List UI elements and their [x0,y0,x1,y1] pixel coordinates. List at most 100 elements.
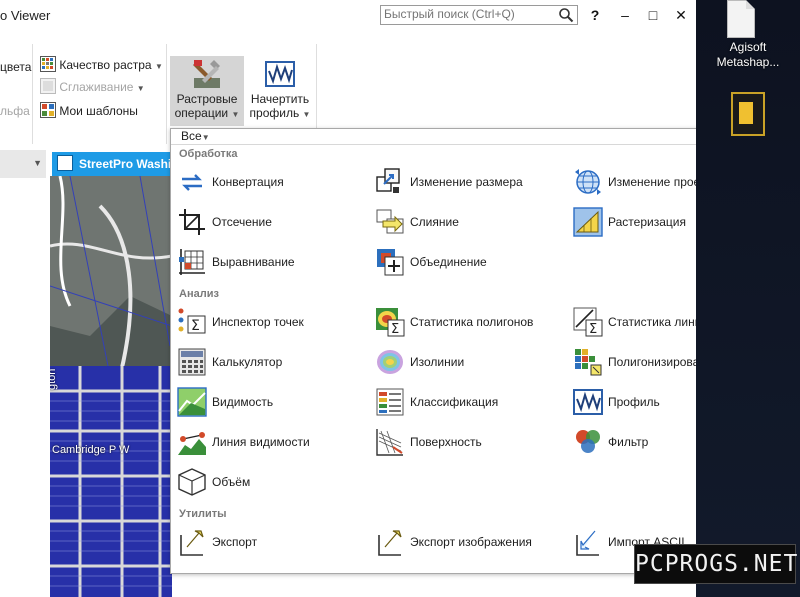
profile-chart-icon [265,61,295,87]
menu-item-classify[interactable]: Классификация [375,387,565,419]
calculator-icon [178,348,206,376]
menu-item-viewshed[interactable]: Видимость [177,387,367,419]
menu-item-align[interactable]: Выравнивание [177,247,367,279]
raster-quality-icon [40,56,56,72]
menu-item-merge[interactable]: Слияние [375,207,565,239]
chevron-down-icon: ▼ [136,84,145,93]
menu-item-label: Изменение проекции [608,175,696,189]
app-shortcut-icon[interactable] [731,92,765,136]
minimize-button[interactable]: – [616,6,634,24]
contours-icon [377,350,403,374]
chevron-down-icon: ▼ [302,110,311,119]
resize-icon [376,168,400,193]
menu-item-rasterize[interactable]: Растеризация [573,207,696,239]
draw-profile-label-1: Начертить [250,92,310,106]
smoothing-label: Сглаживание [59,80,134,94]
map-tab[interactable]: StreetPro Washi [52,152,170,176]
menu-item-reproject[interactable]: Изменение проекции [573,167,696,199]
combine-icon [377,249,404,276]
tools-icon [193,60,220,88]
category-filter-dropdown[interactable]: Все▼ [181,129,210,144]
classify-icon [376,388,404,416]
menu-item-combine[interactable]: Объединение [375,247,565,279]
menu-item-filter[interactable]: Фильтр [573,427,696,459]
align-icon [179,249,205,275]
menu-item-profile[interactable]: Профиль [573,387,696,419]
menu-item-label: Статистика полигонов [410,315,534,329]
templates-icon [40,102,56,118]
my-templates-label: Мои шаблоны [59,104,138,118]
menu-item-calculator[interactable]: Калькулятор [177,347,367,379]
surface-icon [376,429,403,456]
menu-item-label: Инспектор точек [212,315,304,329]
raster-quality-dropdown[interactable]: Качество растра ▼ [40,56,163,74]
convert-icon [182,174,202,191]
raster-operations-label-1: Растровые [176,92,238,106]
colors-item[interactable]: цвета [0,58,31,76]
file-icon[interactable] [727,0,755,38]
menu-item-volume[interactable]: Объём [177,467,367,499]
close-button[interactable]: ✕ [672,6,690,24]
menu-item-label: Фильтр [608,435,649,449]
maximize-button[interactable]: □ [644,6,662,24]
menu-item-label: Изолинии [410,355,465,369]
search-icon[interactable] [558,7,574,23]
menu-item-polygon-stats[interactable]: Σ Статистика полигонов [375,307,565,339]
menu-item-surface[interactable]: Поверхность [375,427,565,459]
menu-item-label: Слияние [410,215,459,229]
section-title-analysis: Анализ [179,288,219,300]
map-view[interactable]: Cambridge P W gton [50,176,172,597]
ribbon-separator [166,44,167,144]
menu-item-label: Объём [212,475,251,489]
help-button[interactable]: ? [586,6,604,24]
menu-item-label: Экспорт изображения [410,535,532,549]
raster-operations-menu: Все▼ ▲ Обработка Конвертация Изменение р… [170,128,696,574]
menu-item-point-inspector[interactable]: Σ Инспектор точек [177,307,367,339]
chevron-down-icon[interactable]: ▼ [33,158,42,168]
quick-search-box[interactable] [380,5,578,25]
export-image-icon [378,530,402,556]
menu-item-resize[interactable]: Изменение размера [375,167,565,199]
draw-profile-label-2: профиль [249,106,300,120]
svg-text:Σ: Σ [589,322,597,337]
menu-item-line-of-sight[interactable]: Линия видимости [177,427,367,459]
quick-search-input[interactable] [381,6,554,22]
panel-header: ▼ [0,150,46,179]
viewshed-icon [177,387,207,417]
desktop-icon-label[interactable]: Agisoft Metashap... [700,40,796,70]
menu-item-contours[interactable]: Изолинии [375,347,565,379]
menu-item-label: Конвертация [212,175,284,189]
draw-profile-button[interactable]: Начертить профиль ▼ [248,56,312,126]
my-templates-button[interactable]: Мои шаблоны [40,102,138,120]
menu-item-label: Объединение [410,255,487,269]
menu-item-polygonize[interactable]: Полигонизировать [573,347,696,379]
divider [171,144,696,145]
menu-item-export[interactable]: Экспорт [177,527,367,559]
menu-item-convert[interactable]: Конвертация [177,167,367,199]
map-window-icon [57,155,73,171]
menu-item-label: Растеризация [608,215,686,229]
svg-text:Σ: Σ [391,322,399,337]
menu-item-label: Изменение размера [410,175,523,189]
category-filter-label: Все [181,129,202,143]
desktop-background [696,0,800,597]
menu-item-label: Полигонизировать [608,355,696,369]
line-stats-icon: Σ [573,307,603,337]
menu-item-clip[interactable]: Отсечение [177,207,367,239]
filter-icon [576,430,600,453]
street-label: Cambridge P W [52,444,130,456]
menu-item-label: Калькулятор [212,355,283,369]
reproject-icon [575,169,601,195]
menu-item-label: Профиль [608,395,660,409]
menu-item-export-image[interactable]: Экспорт изображения [375,527,565,559]
menu-item-label: Линия видимости [212,435,310,449]
raster-operations-button[interactable]: Растровые операции ▼ [170,56,244,126]
desktop-icon-label-line1: Agisoft [729,40,767,54]
rasterize-icon [573,207,603,237]
menu-item-label: Экспорт [212,535,258,549]
map-canvas [50,176,172,597]
section-title-utilities: Утилиты [179,508,227,520]
clip-icon [179,209,205,235]
line-of-sight-icon [178,432,206,455]
menu-item-line-stats[interactable]: Σ Статистика линий [573,307,696,339]
